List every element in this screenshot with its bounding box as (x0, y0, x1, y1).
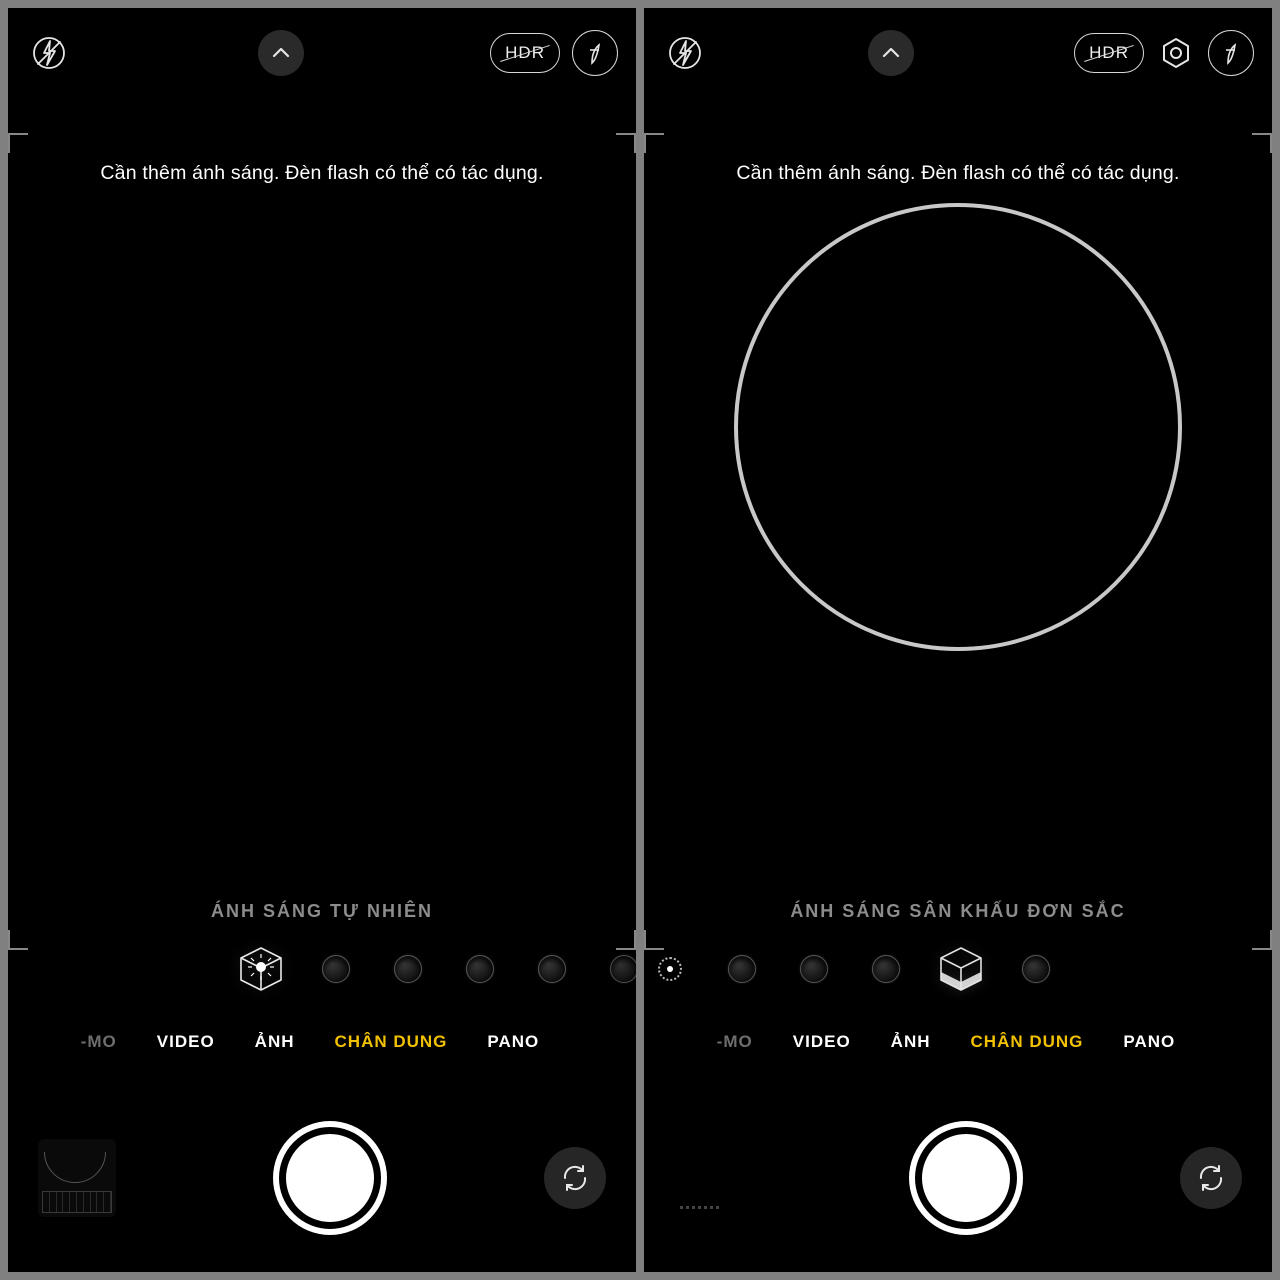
mode-selector[interactable]: -MO VIDEO ẢNH CHÂN DUNG PANO (644, 1032, 1272, 1052)
lighting-cube-icon[interactable] (936, 944, 986, 994)
bottom-bar: -MO VIDEO ẢNH CHÂN DUNG PANO (644, 1014, 1272, 1272)
mode-slomo[interactable]: -MO (717, 1032, 753, 1052)
aperture-button[interactable] (1208, 30, 1254, 76)
aperture-button[interactable] (572, 30, 618, 76)
flash-off-icon[interactable] (662, 30, 708, 76)
last-photo-thumbnail[interactable] (674, 1139, 752, 1217)
camera-screen-right: HDR Cần thêm ánh sáng. Đèn flash có thể … (644, 8, 1272, 1272)
shutter-button[interactable] (279, 1127, 381, 1229)
mode-video[interactable]: VIDEO (157, 1032, 215, 1052)
lighting-mode-label: ÁNH SÁNG SÂN KHẤU ĐƠN SẮC (644, 901, 1272, 922)
shutter-button[interactable] (915, 1127, 1017, 1229)
chevron-up-icon[interactable] (258, 30, 304, 76)
mode-selector[interactable]: -MO VIDEO ẢNH CHÂN DUNG PANO (8, 1032, 636, 1052)
lighting-dot[interactable] (322, 955, 350, 983)
chevron-up-icon[interactable] (868, 30, 914, 76)
lighting-selector[interactable] (8, 941, 636, 997)
bottom-bar: -MO VIDEO ẢNH CHÂN DUNG PANO (8, 1014, 636, 1272)
lighting-dot-natural[interactable] (656, 955, 684, 983)
lighting-cube-icon[interactable] (236, 944, 286, 994)
hdr-toggle[interactable]: HDR (1074, 33, 1144, 73)
mode-pano[interactable]: PANO (1123, 1032, 1175, 1052)
lighting-dot[interactable] (728, 955, 756, 983)
hdr-label: HDR (505, 43, 545, 63)
lighting-dot[interactable] (872, 955, 900, 983)
mode-portrait[interactable]: CHÂN DUNG (971, 1032, 1084, 1052)
frame-corner (644, 133, 664, 153)
lighting-dot[interactable] (610, 955, 636, 983)
mode-slomo[interactable]: -MO (81, 1032, 117, 1052)
mode-video[interactable]: VIDEO (793, 1032, 851, 1052)
lighting-selector[interactable] (644, 941, 1272, 997)
low-light-hint: Cần thêm ánh sáng. Đèn flash có thể có t… (8, 162, 636, 185)
frame-corner (616, 133, 636, 153)
frame-corner (8, 133, 28, 153)
last-photo-thumbnail[interactable] (38, 1139, 116, 1217)
lighting-dot[interactable] (466, 955, 494, 983)
stage-light-circle (734, 203, 1182, 651)
mode-portrait[interactable]: CHÂN DUNG (335, 1032, 448, 1052)
low-light-hint: Cần thêm ánh sáng. Đèn flash có thể có t… (644, 162, 1272, 185)
flip-camera-button[interactable] (544, 1147, 606, 1209)
mode-photo[interactable]: ẢNH (255, 1032, 295, 1052)
hdr-toggle[interactable]: HDR (490, 33, 560, 73)
mode-photo[interactable]: ẢNH (891, 1032, 931, 1052)
lighting-dot[interactable] (800, 955, 828, 983)
lighting-hex-icon[interactable] (1156, 30, 1196, 76)
lighting-dot[interactable] (1022, 955, 1050, 983)
mode-pano[interactable]: PANO (487, 1032, 539, 1052)
frame-corner (1252, 133, 1272, 153)
hdr-label: HDR (1089, 43, 1129, 63)
top-bar: HDR (8, 8, 636, 98)
flip-camera-button[interactable] (1180, 1147, 1242, 1209)
lighting-dot[interactable] (394, 955, 422, 983)
lighting-mode-label: ÁNH SÁNG TỰ NHIÊN (8, 901, 636, 922)
top-bar: HDR (644, 8, 1272, 98)
lighting-dot[interactable] (538, 955, 566, 983)
flash-off-icon[interactable] (26, 30, 72, 76)
camera-screen-left: HDR Cần thêm ánh sáng. Đèn flash có thể … (8, 8, 636, 1272)
